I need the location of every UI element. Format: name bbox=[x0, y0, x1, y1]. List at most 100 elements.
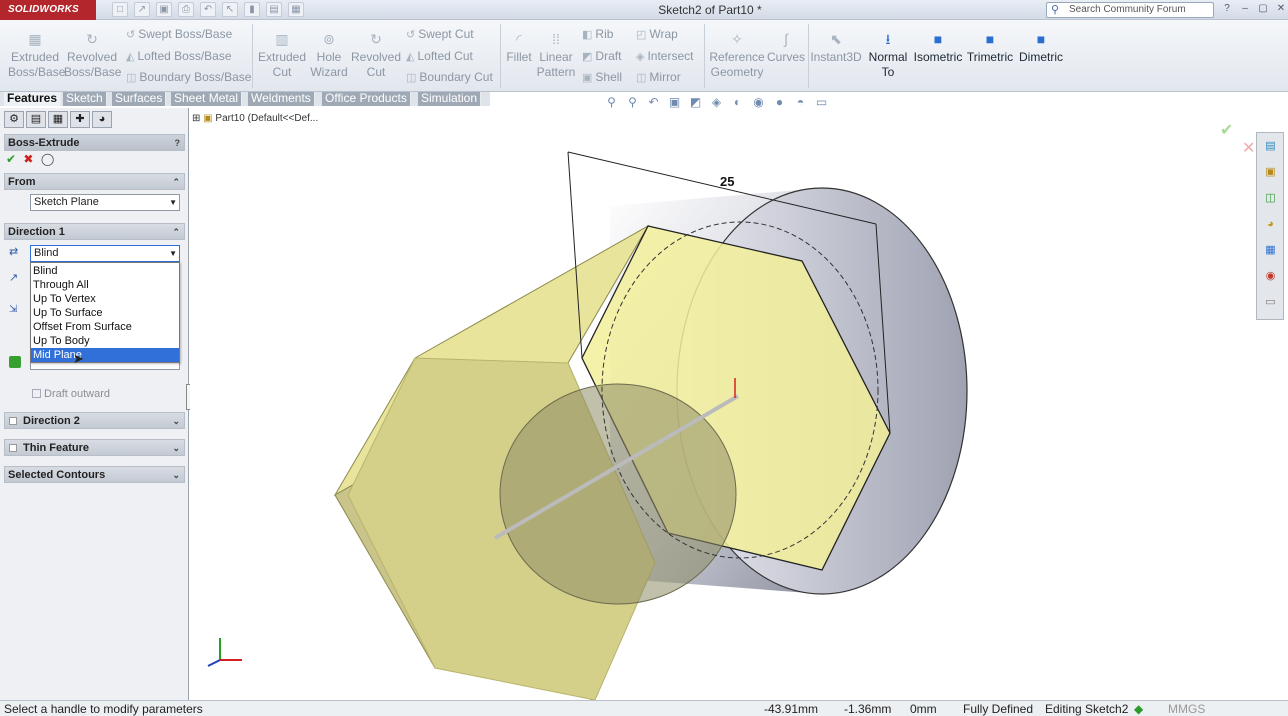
model-canvas: 25 bbox=[207, 151, 968, 700]
direction2-section-header[interactable]: Direction 2 ⌄ bbox=[4, 412, 185, 429]
rebuild-icon[interactable]: ◆ bbox=[1134, 701, 1143, 716]
swept-boss-button[interactable]: ↺ Swept Boss/Base bbox=[126, 27, 232, 41]
direction2-checkbox[interactable] bbox=[9, 417, 17, 425]
minimize-icon[interactable]: – bbox=[1238, 2, 1252, 16]
depth-icon[interactable]: ⇲ bbox=[9, 304, 17, 315]
boundary-boss-button[interactable]: ◫ Boundary Boss/Base bbox=[126, 70, 251, 84]
from-section-header[interactable]: From ⌃ bbox=[4, 173, 185, 190]
end-condition-combo[interactable]: Blind ▼ bbox=[30, 245, 180, 262]
mirror-button[interactable]: ◫ Mirror bbox=[636, 70, 681, 84]
expand-icon[interactable]: ⌄ bbox=[172, 413, 180, 430]
new-icon[interactable]: □ bbox=[112, 2, 128, 17]
help-icon[interactable]: ? bbox=[1220, 2, 1234, 16]
normal-to-button[interactable]: ⭳ Normal To bbox=[866, 30, 910, 80]
print-icon[interactable]: ⎙ bbox=[178, 2, 194, 17]
intersect-button[interactable]: ◈ Intersect bbox=[636, 49, 694, 63]
boundary-cut-button[interactable]: ◫ Boundary Cut bbox=[406, 70, 493, 84]
file-properties-icon[interactable]: ▤ bbox=[266, 2, 282, 17]
rib-button[interactable]: ◧ Rib bbox=[582, 27, 613, 41]
extruded-cut-button[interactable]: ▥ Extruded Cut bbox=[256, 30, 308, 80]
trimetric-button[interactable]: ■ Trimetric bbox=[966, 30, 1014, 65]
thin-feature-section-header[interactable]: Thin Feature ⌄ bbox=[4, 439, 185, 456]
curves-button[interactable]: ∫ Curves bbox=[766, 30, 806, 65]
solidworks-logo[interactable]: SOLIDWORKS bbox=[0, 0, 96, 20]
draft-outward-checkbox[interactable] bbox=[32, 389, 41, 398]
reverse-direction-icon[interactable]: ⇄ bbox=[9, 245, 18, 258]
configuration-manager-icon[interactable]: ▦ bbox=[48, 111, 68, 128]
tab-simulation[interactable]: Simulation bbox=[418, 92, 482, 106]
select-icon[interactable]: ↖ bbox=[222, 2, 238, 17]
graphics-area[interactable]: ⊞ ▣ Part10 (Default<<Def... 25 ✔ ✕ bbox=[190, 108, 1256, 700]
direction-arrow-icon[interactable]: ↗ bbox=[9, 271, 18, 284]
tab-sketch[interactable]: Sketch bbox=[63, 92, 107, 106]
revolved-boss-button[interactable]: ↻ Revolved Boss/Base bbox=[64, 30, 121, 80]
preview-icon[interactable]: ◯ bbox=[41, 152, 54, 166]
forum-icon[interactable]: ▭ bbox=[1263, 295, 1278, 310]
custom-properties-icon[interactable]: ◉ bbox=[1263, 269, 1278, 284]
rebuild-icon[interactable]: ▮ bbox=[244, 2, 260, 17]
fillet-button[interactable]: ◜ Fillet bbox=[504, 30, 534, 65]
direction1-section-header[interactable]: Direction 1 ⌃ bbox=[4, 223, 185, 240]
design-library-icon[interactable]: ▣ bbox=[1263, 165, 1278, 180]
selected-contours-section-header[interactable]: Selected Contours ⌄ bbox=[4, 466, 185, 483]
collapse-icon[interactable]: ⌃ bbox=[172, 224, 180, 241]
ok-icon[interactable]: ✔ bbox=[6, 152, 16, 166]
option-blind[interactable]: Blind bbox=[31, 264, 179, 278]
status-units[interactable]: MMGS bbox=[1168, 701, 1205, 716]
option-up-to-surface[interactable]: Up To Surface bbox=[31, 306, 179, 320]
tab-surfaces[interactable]: Surfaces bbox=[112, 92, 167, 106]
option-up-to-body[interactable]: Up To Body bbox=[31, 334, 179, 348]
option-up-to-vertex[interactable]: Up To Vertex bbox=[31, 292, 179, 306]
file-explorer-icon[interactable]: ◫ bbox=[1263, 191, 1278, 206]
cancel-icon[interactable]: ✖ bbox=[23, 152, 33, 166]
property-manager-icon[interactable]: ▤ bbox=[26, 111, 46, 128]
dimxpert-icon[interactable]: ✚ bbox=[70, 111, 90, 128]
collapse-icon[interactable]: ⌃ bbox=[172, 174, 180, 191]
from-combo[interactable]: Sketch Plane ▼ bbox=[30, 194, 180, 211]
option-offset-from-surface[interactable]: Offset From Surface bbox=[31, 320, 179, 334]
swept-cut-button[interactable]: ↺ Swept Cut bbox=[406, 27, 474, 41]
dimetric-button[interactable]: ■ Dimetric bbox=[1016, 30, 1066, 65]
extruded-boss-button[interactable]: ▦ Extruded Boss/Base bbox=[8, 30, 65, 80]
appearances-icon[interactable]: ▦ bbox=[1263, 243, 1278, 258]
wrap-button[interactable]: ◰ Wrap bbox=[636, 27, 678, 41]
help-icon[interactable]: ? bbox=[175, 135, 181, 152]
resources-icon[interactable]: ▤ bbox=[1263, 139, 1278, 154]
thin-feature-checkbox[interactable] bbox=[9, 444, 17, 452]
save-icon[interactable]: ▣ bbox=[156, 2, 172, 17]
lofted-boss-button[interactable]: ◭ Lofted Boss/Base bbox=[126, 49, 232, 63]
option-through-all[interactable]: Through All bbox=[31, 278, 179, 292]
close-icon[interactable]: ✕ bbox=[1274, 2, 1288, 16]
confirm-corner-cancel-icon[interactable]: ✕ bbox=[1242, 138, 1255, 158]
display-manager-icon[interactable]: ◕ bbox=[92, 111, 112, 128]
feature-manager-icon[interactable]: ⚙ bbox=[4, 111, 24, 128]
lofted-cut-button[interactable]: ◭ Lofted Cut bbox=[406, 49, 473, 63]
view-palette-icon[interactable]: ◕ bbox=[1263, 217, 1278, 232]
end-condition-dropdown: Blind Through All Up To Vertex Up To Sur… bbox=[30, 262, 180, 366]
shell-button[interactable]: ▣ Shell bbox=[582, 70, 622, 84]
draft-button[interactable]: ◩ Draft bbox=[582, 49, 621, 63]
hole-wizard-button[interactable]: ⊚ Hole Wizard bbox=[306, 30, 352, 80]
tab-office-products[interactable]: Office Products bbox=[322, 92, 411, 106]
dimension-value[interactable]: 25 bbox=[720, 174, 734, 189]
expand-icon[interactable]: ⌄ bbox=[172, 440, 180, 457]
linear-pattern-button[interactable]: ⁞⁞ Linear Pattern bbox=[536, 30, 576, 80]
draft-outward-option[interactable]: Draft outward bbox=[32, 388, 110, 400]
reference-geometry-button[interactable]: ✧ Reference Geometry bbox=[708, 30, 766, 80]
option-mid-plane[interactable]: Mid Plane bbox=[31, 348, 179, 362]
revolved-cut-button[interactable]: ↻ Revolved Cut bbox=[350, 30, 402, 80]
open-icon[interactable]: ↗ bbox=[134, 2, 150, 17]
instant3d-button[interactable]: ⬉ Instant3D bbox=[810, 30, 862, 65]
status-x: -43.91mm bbox=[764, 702, 819, 716]
expand-icon[interactable]: ⌄ bbox=[172, 467, 180, 484]
merge-result-icon[interactable] bbox=[9, 356, 21, 368]
confirm-corner-ok-icon[interactable]: ✔ bbox=[1220, 120, 1233, 140]
isometric-button[interactable]: ■ Isometric bbox=[912, 30, 964, 65]
undo-icon[interactable]: ↶ bbox=[200, 2, 216, 17]
options-icon[interactable]: ▦ bbox=[288, 2, 304, 17]
restore-icon[interactable]: ▢ bbox=[1256, 2, 1270, 16]
tab-features[interactable]: Features bbox=[4, 92, 62, 106]
tab-weldments[interactable]: Weldments bbox=[248, 92, 315, 106]
search-input[interactable]: ⚲ Search Community Forum bbox=[1046, 2, 1214, 18]
tab-sheet-metal[interactable]: Sheet Metal bbox=[171, 92, 243, 106]
